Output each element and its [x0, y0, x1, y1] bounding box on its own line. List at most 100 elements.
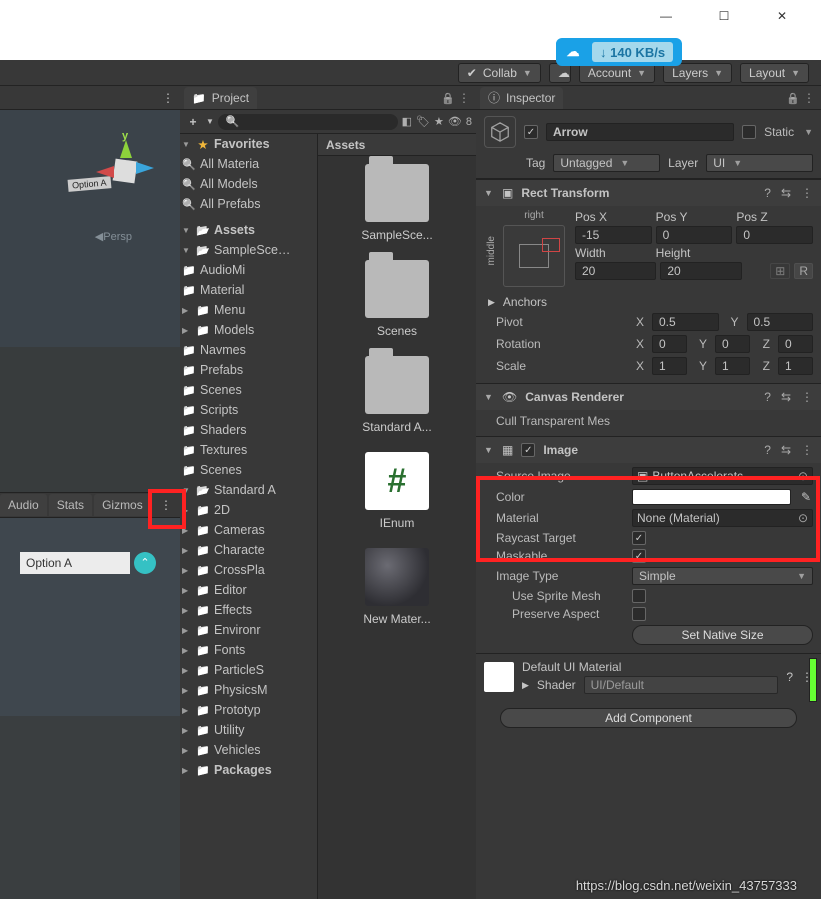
dropdown-arrow-icon[interactable]: ⌃ — [134, 552, 156, 574]
tree-item[interactable]: Editor — [214, 583, 247, 597]
raycast-checkbox[interactable] — [632, 531, 646, 545]
asset-item[interactable]: #IEnum — [326, 452, 468, 530]
scl-z-input[interactable]: 1 — [778, 357, 813, 375]
filter-type-icon[interactable]: ◧ — [402, 115, 412, 128]
hidden-icon[interactable]: 👁 — [448, 115, 462, 128]
pivot-y-input[interactable]: 0.5 — [747, 313, 814, 331]
set-native-size-button[interactable]: Set Native Size — [632, 625, 813, 645]
tree-item[interactable]: AudioMi — [200, 263, 245, 277]
close-button[interactable]: ✕ — [773, 7, 791, 25]
tree-item[interactable]: Environr — [214, 623, 261, 637]
tree-item[interactable]: All Models — [200, 177, 258, 191]
panel-menu-icon[interactable] — [801, 91, 817, 105]
asset-grid[interactable]: Assets SampleSce... Scenes Standard A...… — [318, 134, 476, 899]
grid-breadcrumb[interactable]: Assets — [318, 134, 476, 156]
tree-item[interactable]: Prototyp — [214, 703, 261, 717]
maskable-checkbox[interactable] — [632, 549, 646, 563]
tree-item[interactable]: ParticleS — [214, 663, 264, 677]
asset-item[interactable]: Scenes — [326, 260, 468, 338]
scl-y-input[interactable]: 1 — [715, 357, 750, 375]
anchor-preset-button[interactable] — [503, 225, 565, 287]
usesprite-checkbox[interactable] — [632, 589, 646, 603]
tree-item[interactable]: Scenes — [200, 383, 242, 397]
component-header[interactable]: ▼ ▣ Rect Transform ?⇆ — [476, 180, 821, 206]
posz-input[interactable]: 0 — [736, 226, 813, 244]
help-icon[interactable]: ? — [764, 390, 771, 404]
tree-item[interactable]: Effects — [214, 603, 252, 617]
asset-item[interactable]: Standard A... — [326, 356, 468, 434]
height-input[interactable]: 20 — [660, 262, 741, 280]
scl-x-input[interactable]: 1 — [652, 357, 687, 375]
tab-audio[interactable]: Audio — [0, 494, 47, 516]
width-input[interactable]: 20 — [575, 262, 656, 280]
object-name-input[interactable]: Arrow — [546, 123, 734, 141]
posy-input[interactable]: 0 — [656, 226, 733, 244]
eyedropper-icon[interactable]: ✎ — [799, 490, 813, 504]
tree-item[interactable]: Characte — [214, 543, 265, 557]
posx-input[interactable]: -15 — [575, 226, 652, 244]
active-checkbox[interactable] — [524, 125, 538, 139]
game-view[interactable]: Option A ⌃ — [0, 518, 180, 899]
filter-label-icon[interactable]: 🏷 — [416, 115, 430, 128]
minimize-button[interactable]: — — [657, 7, 675, 25]
project-tree[interactable]: ★Favorites All Materia All Models All Pr… — [180, 134, 318, 899]
tree-item[interactable]: CrossPla — [214, 563, 265, 577]
tree-item[interactable]: Textures — [200, 443, 247, 457]
static-checkbox[interactable] — [742, 125, 756, 139]
material-field[interactable]: None (Material)⊙ — [632, 509, 813, 527]
anchors-foldout[interactable]: Anchors — [503, 295, 547, 309]
panel-menu-icon[interactable] — [160, 498, 172, 512]
imagetype-dropdown[interactable]: Simple▼ — [632, 567, 813, 585]
help-icon[interactable]: ? — [786, 670, 793, 684]
blueprint-mode-button[interactable]: ⊞ — [770, 263, 790, 279]
component-header[interactable]: ▼ 👁 Canvas Renderer ?⇆ — [476, 384, 821, 410]
packages-header[interactable]: Packages — [214, 763, 272, 777]
dropdown-preview[interactable]: Option A — [20, 552, 130, 574]
rot-z-input[interactable]: 0 — [778, 335, 813, 353]
tree-item[interactable]: PhysicsM — [214, 683, 267, 697]
component-header[interactable]: ▼ ▦ Image ?⇆ — [476, 437, 821, 463]
tab-stats[interactable]: Stats — [49, 494, 92, 516]
tree-item[interactable]: Scenes — [200, 463, 242, 477]
panel-menu-icon[interactable] — [162, 91, 174, 105]
scene-view[interactable]: Option A y ◀Persp — [0, 110, 180, 492]
lock-icon[interactable] — [440, 91, 456, 105]
collab-dropdown[interactable]: ✔ Collab ▼ — [458, 63, 541, 83]
tree-item[interactable]: Material — [200, 283, 244, 297]
menu-icon[interactable] — [801, 443, 813, 457]
favorite-icon[interactable]: ★ — [434, 115, 444, 128]
tree-item[interactable]: Menu — [214, 303, 245, 317]
tree-item[interactable]: SampleSce… — [214, 243, 290, 257]
assets-header[interactable]: Assets — [214, 223, 255, 237]
tree-item[interactable]: 2D — [214, 503, 230, 517]
preset-icon[interactable]: ⇆ — [781, 443, 791, 457]
preset-icon[interactable]: ⇆ — [781, 390, 791, 404]
tree-item[interactable]: All Prefabs — [200, 197, 260, 211]
source-image-field[interactable]: ▣ButtonAcceleratc⊙ — [632, 467, 813, 485]
tree-item[interactable]: Utility — [214, 723, 245, 737]
tree-item[interactable]: Cameras — [214, 523, 265, 537]
tree-item[interactable]: Navmes — [200, 343, 246, 357]
menu-icon[interactable] — [801, 390, 813, 404]
rot-y-input[interactable]: 0 — [715, 335, 750, 353]
tree-item[interactable]: All Materia — [200, 157, 259, 171]
tree-item[interactable]: Scripts — [200, 403, 238, 417]
shader-dropdown[interactable]: UI/Default — [584, 676, 779, 694]
favorites-header[interactable]: Favorites — [214, 137, 270, 151]
chevron-down-icon[interactable]: ▼ — [804, 127, 813, 137]
object-picker-icon[interactable]: ⊙ — [798, 511, 808, 525]
preserve-checkbox[interactable] — [632, 607, 646, 621]
object-picker-icon[interactable]: ⊙ — [798, 469, 808, 483]
add-button[interactable]: + — [184, 115, 202, 129]
layer-dropdown[interactable]: UI▼ — [706, 154, 813, 172]
search-input[interactable] — [218, 114, 398, 130]
tree-item[interactable]: Prefabs — [200, 363, 243, 377]
tree-item[interactable]: Fonts — [214, 643, 245, 657]
add-component-button[interactable]: Add Component — [500, 708, 797, 728]
preset-icon[interactable]: ⇆ — [781, 186, 791, 200]
pivot-x-input[interactable]: 0.5 — [652, 313, 719, 331]
maximize-button[interactable]: ☐ — [715, 7, 733, 25]
tab-inspector[interactable]: ⓘ Inspector — [480, 87, 563, 109]
raw-edit-button[interactable]: R — [794, 263, 813, 279]
rot-x-input[interactable]: 0 — [652, 335, 687, 353]
